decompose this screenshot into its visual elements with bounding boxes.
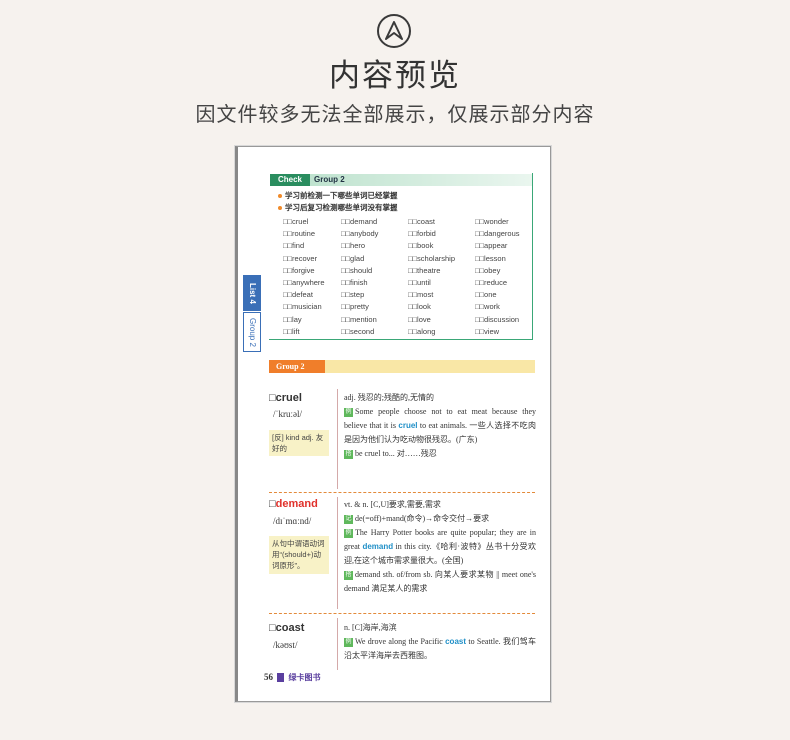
entry-word-demand: □demand bbox=[269, 498, 318, 510]
column-divider bbox=[337, 389, 338, 489]
word-check-item[interactable]: □□anybody bbox=[341, 229, 408, 241]
word-check-item[interactable]: □□recover bbox=[283, 254, 341, 266]
word-check-item[interactable]: □□anywhere bbox=[283, 278, 341, 290]
word-check-item[interactable]: □□should bbox=[341, 266, 408, 278]
example-icon: 例 bbox=[344, 407, 353, 417]
definition-demand: vt. & n. [C,U]要求,需要,需求 记 de(=off)+mand(命令… bbox=[344, 498, 536, 596]
note-cruel: [反] kind adj. 友好的 bbox=[269, 430, 329, 456]
entry-word-coast: □coast bbox=[269, 622, 305, 634]
word-check-item[interactable]: □□reduce bbox=[475, 278, 533, 290]
word-check-item[interactable]: □□view bbox=[475, 327, 533, 339]
example-cruel: 例 Some people choose not to eat meat beca… bbox=[344, 407, 537, 444]
check-tag: Check bbox=[270, 174, 310, 186]
phonetic-coast: /kəʊst/ bbox=[273, 640, 298, 650]
memory-icon: 记 bbox=[344, 514, 353, 524]
page-footer: 56 绿卡图书 bbox=[264, 672, 321, 683]
phrase-demand: 搭 demand sth. of/from sb. 向某人要求某物 || meet… bbox=[344, 570, 536, 593]
definition-cruel: adj. 残忍的;残酷的,无情的 例 Some people choose not… bbox=[344, 391, 536, 461]
note-demand: 从句中谓语动词用“(should+)动词原形”。 bbox=[269, 536, 329, 574]
group-heading: Group 2 bbox=[269, 360, 325, 373]
example-demand: 例 The Harry Potter books are quite popula… bbox=[344, 528, 537, 565]
word-check-item[interactable]: □□step bbox=[341, 290, 408, 302]
word-check-item[interactable]: □□coast bbox=[408, 217, 475, 229]
pos-cruel: adj. 残忍的;残酷的,无情的 bbox=[344, 393, 434, 402]
word-check-item[interactable]: □□dangerous bbox=[475, 229, 533, 241]
word-check-item[interactable]: □□glad bbox=[341, 254, 408, 266]
entry-separator bbox=[269, 613, 535, 614]
check-note-2: 学习后复习检测哪些单词没有掌握 bbox=[278, 202, 398, 213]
word-check-item[interactable]: □□until bbox=[408, 278, 475, 290]
word-check-item[interactable]: □□finish bbox=[341, 278, 408, 290]
word-check-item[interactable]: □□forbid bbox=[408, 229, 475, 241]
word-check-item[interactable]: □□musician bbox=[283, 302, 341, 314]
page-title: 内容预览 bbox=[329, 58, 461, 93]
word-check-item[interactable]: □□scholarship bbox=[408, 254, 475, 266]
column-divider bbox=[337, 497, 338, 609]
word-check-item[interactable]: □□routine bbox=[283, 229, 341, 241]
pos-demand: vt. & n. [C,U]要求,需要,需求 bbox=[344, 500, 441, 509]
word-check-item[interactable]: □□forgive bbox=[283, 266, 341, 278]
memory-demand: 记 de(=off)+mand(命令)→命令交付→要求 bbox=[344, 514, 490, 524]
word-check-item[interactable]: □□lesson bbox=[475, 254, 533, 266]
word-check-item[interactable]: □□second bbox=[341, 327, 408, 339]
entry-word-cruel: □cruel bbox=[269, 392, 302, 404]
word-check-item[interactable]: □□lay bbox=[283, 315, 341, 327]
group-heading-bar bbox=[325, 360, 535, 373]
word-check-item[interactable]: □□theatre bbox=[408, 266, 475, 278]
phrase-icon: 搭 bbox=[344, 570, 353, 580]
word-check-item[interactable]: □□defeat bbox=[283, 290, 341, 302]
check-note-1: 学习前检测一下哪些单词已经掌握 bbox=[278, 190, 398, 201]
word-check-item[interactable]: □□pretty bbox=[341, 302, 408, 314]
example-icon: 例 bbox=[344, 637, 353, 647]
definition-coast: n. [C]海岸,海滨 例 We drove along the Pacific … bbox=[344, 621, 536, 663]
page-number: 56 bbox=[264, 672, 273, 682]
side-tab-list[interactable]: List 4 bbox=[243, 275, 261, 311]
word-check-item[interactable]: □□work bbox=[475, 302, 533, 314]
word-check-item[interactable]: □□appear bbox=[475, 241, 533, 253]
bullet-icon bbox=[278, 206, 282, 211]
example-icon: 例 bbox=[344, 528, 353, 538]
word-check-item[interactable]: □□demand bbox=[341, 217, 408, 229]
word-check-item[interactable]: □□discussion bbox=[475, 315, 533, 327]
phrase-icon: 搭 bbox=[344, 449, 353, 459]
pos-coast: n. [C]海岸,海滨 bbox=[344, 623, 397, 632]
book-page-preview: Check Group 2 学习前检测一下哪些单词已经掌握 学习后复习检测哪些单… bbox=[235, 146, 551, 702]
brand-logo-icon bbox=[277, 673, 285, 683]
word-check-item[interactable]: □□along bbox=[408, 327, 475, 339]
word-check-item[interactable]: □□mention bbox=[341, 315, 408, 327]
up-arrow-icon bbox=[377, 14, 411, 48]
word-check-item[interactable]: □□love bbox=[408, 315, 475, 327]
word-check-item[interactable]: □□look bbox=[408, 302, 475, 314]
word-check-grid: □□cruel □□demand □□coast □□wonder □□rout… bbox=[283, 217, 533, 339]
word-check-item[interactable]: □□book bbox=[408, 241, 475, 253]
check-group-label: Group 2 bbox=[314, 175, 345, 184]
page-subtitle: 因文件较多无法全部展示，仅展示部分内容 bbox=[195, 104, 595, 126]
phonetic-cruel: /ˈkruːəl/ bbox=[273, 409, 302, 419]
word-check-item[interactable]: □□most bbox=[408, 290, 475, 302]
example-coast: 例 We drove along the Pacific coast to Sea… bbox=[344, 637, 537, 660]
side-tab-group[interactable]: Group 2 bbox=[243, 312, 261, 352]
word-check-item[interactable]: □□hero bbox=[341, 241, 408, 253]
brand-name: 绿卡图书 bbox=[288, 673, 321, 682]
word-check-item[interactable]: □□lift bbox=[283, 327, 341, 339]
entry-separator bbox=[269, 492, 535, 493]
word-check-item[interactable]: □□obey bbox=[475, 266, 533, 278]
word-check-item[interactable]: □□wonder bbox=[475, 217, 533, 229]
column-divider bbox=[337, 618, 338, 670]
phonetic-demand: /dɪˈmɑːnd/ bbox=[273, 516, 312, 526]
bullet-icon bbox=[278, 194, 282, 199]
phrase-cruel: 搭 be cruel to... 对……残忍 bbox=[344, 449, 437, 459]
word-check-item[interactable]: □□cruel bbox=[283, 217, 341, 229]
word-check-item[interactable]: □□one bbox=[475, 290, 533, 302]
word-check-item[interactable]: □□find bbox=[283, 241, 341, 253]
